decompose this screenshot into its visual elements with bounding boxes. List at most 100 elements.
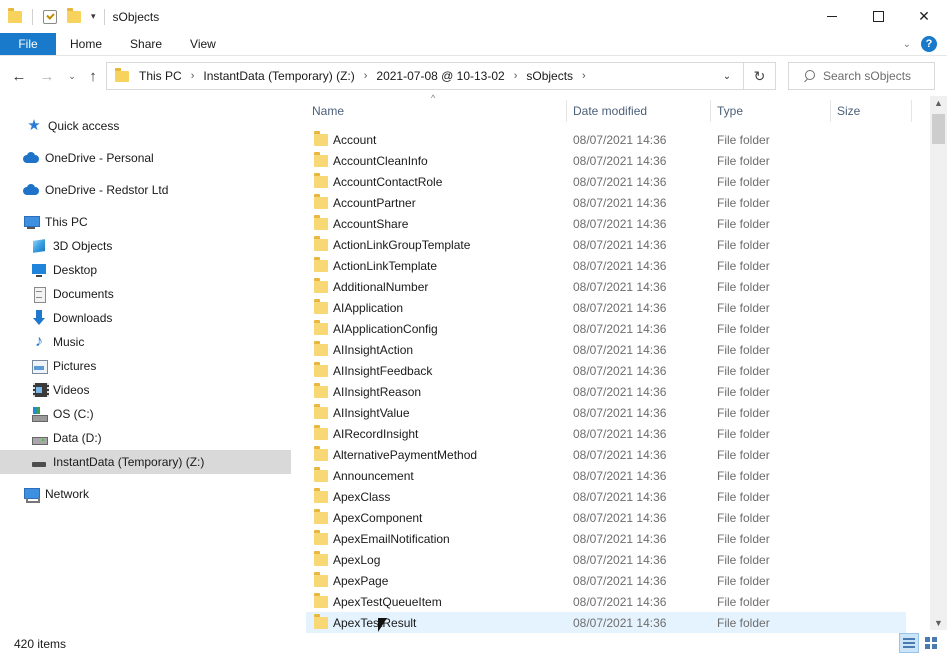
scroll-down-icon[interactable]: ▼	[934, 618, 943, 628]
sidebar-item-music[interactable]: Music	[0, 330, 291, 354]
sidebar-item-data-d[interactable]: Data (D:)	[0, 426, 291, 450]
breadcrumb-chevron-icon[interactable]: ›	[514, 70, 518, 82]
table-row[interactable]: AIInsightReason 08/07/2021 14:36 File fold…	[306, 381, 906, 402]
column-date-modified[interactable]: Date modified	[567, 96, 710, 126]
sidebar-item-quick-access[interactable]: Quick access	[0, 114, 291, 138]
file-name: AIApplication	[333, 300, 404, 315]
table-row[interactable]: AIApplicationConfig 08/07/2021 14:36 File …	[306, 318, 906, 339]
new-folder-icon[interactable]	[67, 7, 81, 23]
file-date-modified: 08/07/2021 14:36	[573, 510, 667, 525]
maximize-button[interactable]	[855, 0, 901, 33]
table-row[interactable]: ApexComponent 08/07/2021 14:36 File folder	[306, 507, 906, 528]
breadcrumb-current[interactable]: sObjects	[526, 69, 573, 83]
folder-icon	[314, 320, 328, 335]
table-row[interactable]: Announcement 08/07/2021 14:36 File folder	[306, 465, 906, 486]
sidebar-item-desktop[interactable]: Desktop	[0, 258, 291, 282]
large-icons-view-button[interactable]	[921, 633, 941, 653]
cube-icon	[31, 238, 47, 254]
table-row[interactable]: ApexTestQueueItem 08/07/2021 14:36 File fo…	[306, 591, 906, 612]
breadcrumb-this-pc[interactable]: This PC	[139, 69, 182, 83]
folder-icon	[314, 446, 328, 461]
breadcrumb-chevron-icon[interactable]: ›	[191, 70, 195, 82]
folder-icon[interactable]	[8, 7, 22, 23]
folder-icon	[314, 152, 328, 167]
scrollbar-thumb[interactable]	[932, 114, 945, 144]
tab-share[interactable]: Share	[116, 33, 176, 55]
sidebar-item-pictures[interactable]: Pictures	[0, 354, 291, 378]
sidebar-item-label: Data (D:)	[53, 431, 102, 445]
sidebar-item-3d-objects[interactable]: 3D Objects	[0, 234, 291, 258]
sidebar-item-os-c[interactable]: OS (C:)	[0, 402, 291, 426]
address-history-chevron-icon[interactable]: ⌄	[715, 63, 739, 89]
table-row[interactable]: ActionLinkGroupTemplate 08/07/2021 14:36 F…	[306, 234, 906, 255]
properties-icon[interactable]	[43, 9, 57, 24]
table-row[interactable]: AIInsightValue 08/07/2021 14:36 File folde…	[306, 402, 906, 423]
sidebar-item-this-pc[interactable]: This PC	[0, 210, 291, 234]
file-name: ApexTestResult	[333, 615, 417, 630]
table-row[interactable]: ApexTestResult 08/07/2021 14:36 File folde…	[306, 612, 906, 633]
file-type: File folder	[717, 615, 770, 630]
table-row[interactable]: AIRecordInsight 08/07/2021 14:36 File fold…	[306, 423, 906, 444]
folder-icon	[314, 362, 328, 377]
tab-view[interactable]: View	[176, 33, 230, 55]
column-type[interactable]: Type	[711, 96, 830, 126]
forward-button[interactable]: →	[36, 65, 58, 87]
tab-home[interactable]: Home	[56, 33, 116, 55]
folder-icon	[314, 236, 328, 251]
folder-icon	[314, 341, 328, 356]
table-row[interactable]: AIApplication 08/07/2021 14:36 File folder	[306, 297, 906, 318]
expand-ribbon-chevron-icon[interactable]: ⌄	[903, 39, 911, 50]
table-row[interactable]: AdditionalNumber 08/07/2021 14:36 File fol…	[306, 276, 906, 297]
breadcrumb-chevron-icon[interactable]: ›	[582, 70, 586, 82]
table-row[interactable]: AccountCleanInfo 08/07/2021 14:36 File fol…	[306, 150, 906, 171]
breadcrumb-snapshot[interactable]: 2021-07-08 @ 10-13-02	[376, 69, 504, 83]
file-type: File folder	[717, 531, 770, 546]
sidebar-item-label: 3D Objects	[53, 239, 113, 253]
sidebar-item-instantdata-z[interactable]: InstantData (Temporary) (Z:)	[0, 450, 291, 474]
refresh-button[interactable]: ↻	[743, 63, 775, 89]
column-divider[interactable]	[911, 100, 912, 122]
table-row[interactable]: ApexClass 08/07/2021 14:36 File folder	[306, 486, 906, 507]
sidebar-item-documents[interactable]: Documents	[0, 282, 291, 306]
folder-icon	[314, 299, 328, 314]
desktop-icon	[31, 262, 47, 278]
table-row[interactable]: AlternativePaymentMethod 08/07/2021 14:36…	[306, 444, 906, 465]
scroll-up-icon[interactable]: ▲	[934, 98, 943, 108]
file-type: File folder	[717, 300, 770, 315]
table-row[interactable]: AccountContactRole 08/07/2021 14:36 File f…	[306, 171, 906, 192]
address-bar[interactable]: This PC › InstantData (Temporary) (Z:) ›…	[106, 62, 776, 90]
search-input[interactable]: Search sObjects	[788, 62, 935, 90]
breadcrumb-chevron-icon[interactable]: ›	[364, 70, 368, 82]
sidebar-item-videos[interactable]: Videos	[0, 378, 291, 402]
customize-toolbar-chevron-icon[interactable]: ▾	[91, 11, 96, 22]
back-button[interactable]: ←	[8, 65, 30, 87]
file-type: File folder	[717, 153, 770, 168]
column-name[interactable]: Name	[306, 96, 566, 126]
table-row[interactable]: ApexPage 08/07/2021 14:36 File folder	[306, 570, 906, 591]
breadcrumb-drive[interactable]: InstantData (Temporary) (Z:)	[203, 69, 354, 83]
file-date-modified: 08/07/2021 14:36	[573, 615, 667, 630]
sidebar-item-onedrive-personal[interactable]: OneDrive - Personal	[0, 146, 291, 170]
details-view-button[interactable]	[899, 633, 919, 653]
file-type: File folder	[717, 510, 770, 525]
tab-file[interactable]: File	[0, 33, 56, 55]
table-row[interactable]: AccountPartner 08/07/2021 14:36 File folde…	[306, 192, 906, 213]
recent-locations-chevron-icon[interactable]: ⌄	[64, 65, 80, 87]
sidebar-item-downloads[interactable]: Downloads	[0, 306, 291, 330]
search-icon	[803, 70, 815, 82]
sidebar-item-onedrive-redstor[interactable]: OneDrive - Redstor Ltd	[0, 178, 291, 202]
table-row[interactable]: AIInsightFeedback 08/07/2021 14:36 File fo…	[306, 360, 906, 381]
up-button[interactable]: ↑	[82, 65, 104, 87]
table-row[interactable]: ApexEmailNotification 08/07/2021 14:36 Fil…	[306, 528, 906, 549]
table-row[interactable]: ActionLinkTemplate 08/07/2021 14:36 File f…	[306, 255, 906, 276]
table-row[interactable]: Account 08/07/2021 14:36 File folder	[306, 129, 906, 150]
table-row[interactable]: ApexLog 08/07/2021 14:36 File folder	[306, 549, 906, 570]
minimize-button[interactable]	[809, 0, 855, 33]
table-row[interactable]: AIInsightAction 08/07/2021 14:36 File fold…	[306, 339, 906, 360]
vertical-scrollbar[interactable]: ▲ ▼	[930, 96, 947, 630]
help-icon[interactable]: ?	[921, 36, 937, 52]
close-button[interactable]: ✕	[901, 0, 947, 33]
column-size[interactable]: Size	[831, 96, 911, 126]
sidebar-item-network[interactable]: Network	[0, 482, 291, 506]
table-row[interactable]: AccountShare 08/07/2021 14:36 File folder	[306, 213, 906, 234]
